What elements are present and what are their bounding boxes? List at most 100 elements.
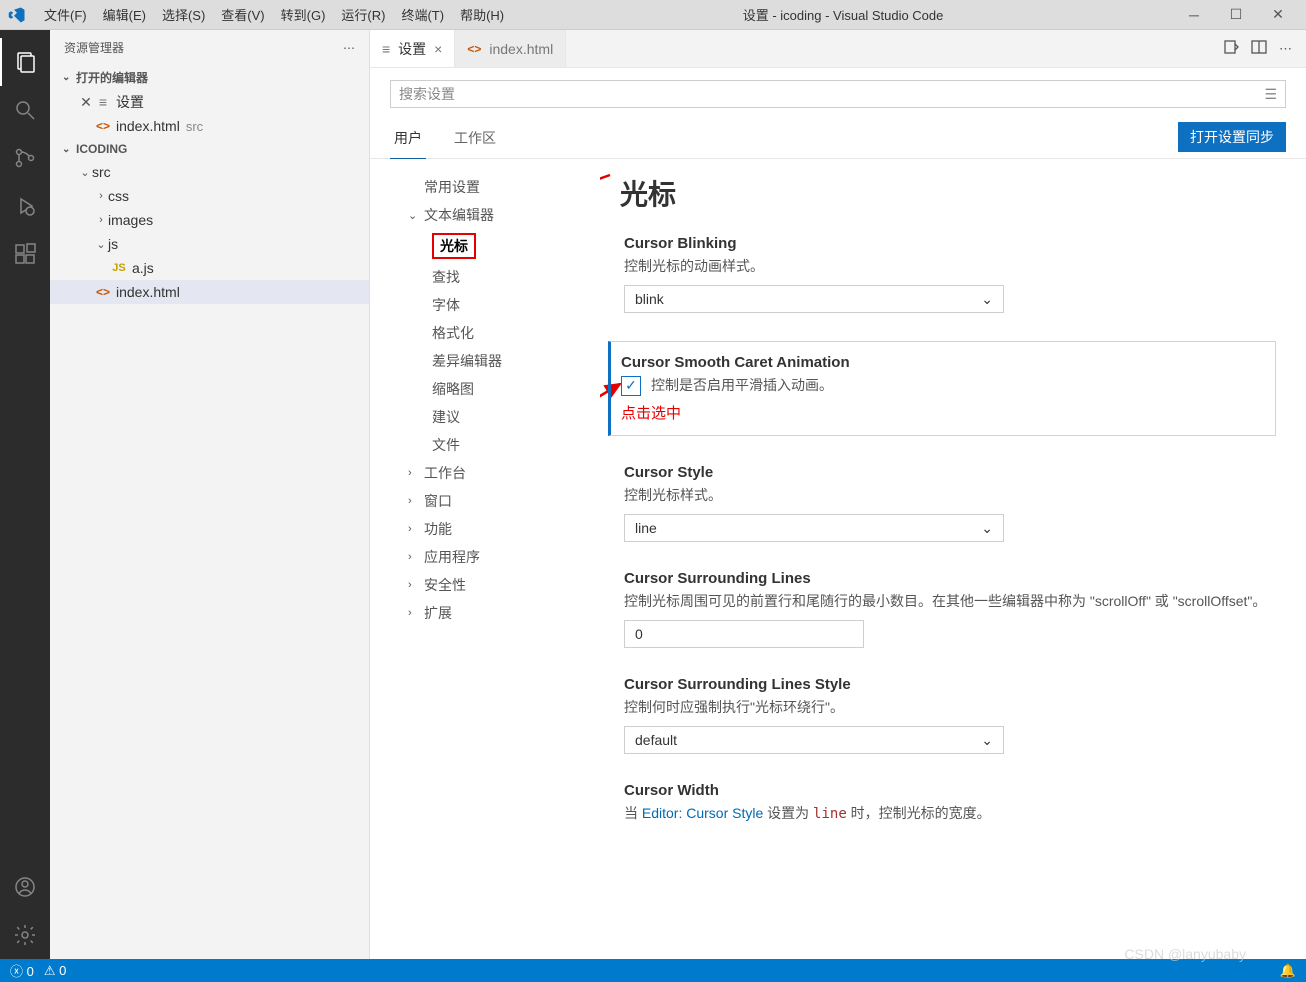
cursor-blinking-select[interactable]: blink ⌄ (624, 285, 1004, 313)
status-errors[interactable]: ⓧ 0 (10, 961, 34, 980)
chevron-down-icon: ⌄ (981, 732, 993, 749)
settings-search-container: 搜索设置 ☰ (370, 68, 1306, 116)
settings-toc: 常用设置 ⌄文本编辑器 光标 查找 字体 格式化 差异编辑器 缩略图 建议 文件… (370, 159, 600, 959)
folder-src[interactable]: ⌄src (50, 160, 369, 184)
filter-icon[interactable]: ☰ (1264, 86, 1277, 103)
toc-minimap[interactable]: 缩略图 (404, 375, 600, 403)
setting-title: Cursor Blinking (624, 235, 1276, 252)
sidebar-more-icon[interactable]: ⋯ (343, 41, 355, 55)
status-notifications-icon[interactable]: 🔔 (1280, 963, 1296, 979)
html-file-icon: <> (94, 119, 112, 133)
setting-cursor-surrounding-lines: Cursor Surrounding Lines 控制光标周围可见的前置行和尾随… (620, 570, 1276, 648)
close-icon[interactable]: × (434, 41, 442, 57)
smooth-caret-checkbox[interactable]: ✓ (621, 376, 641, 396)
settings-gear-icon[interactable] (0, 911, 50, 959)
maximize-button[interactable]: ☐ (1216, 1, 1256, 29)
tab-settings[interactable]: ≡ 设置 × (370, 30, 455, 67)
debug-icon[interactable] (0, 182, 50, 230)
menu-selection[interactable]: 选择(S) (154, 2, 213, 27)
setting-cursor-smooth-caret: ⚙ Cursor Smooth Caret Animation ✓ 控制是否启用… (608, 341, 1276, 436)
chevron-down-icon: ⌄ (981, 520, 993, 537)
toc-workbench[interactable]: ›工作台 (404, 459, 600, 487)
search-icon[interactable] (0, 86, 50, 134)
cursor-surrounding-lines-input[interactable] (624, 620, 864, 648)
toc-files[interactable]: 文件 (404, 431, 600, 459)
menu-go[interactable]: 转到(G) (273, 2, 334, 27)
status-bar: ⓧ 0 ⚠ 0 🔔 (0, 959, 1306, 982)
minimize-button[interactable]: ─ (1174, 1, 1214, 29)
setting-title: Cursor Surrounding Lines (624, 570, 1276, 587)
extensions-icon[interactable] (0, 230, 50, 278)
toc-common[interactable]: 常用设置 (404, 173, 600, 201)
project-section[interactable]: ⌄ICODING (50, 138, 369, 160)
cursor-style-select[interactable]: line ⌄ (624, 514, 1004, 542)
toc-window[interactable]: ›窗口 (404, 487, 600, 515)
settings-scope-tabs: 用户 工作区 打开设置同步 (370, 116, 1306, 159)
close-button[interactable]: ✕ (1258, 1, 1298, 29)
scope-workspace-tab[interactable]: 工作区 (450, 122, 500, 158)
open-settings-sync-button[interactable]: 打开设置同步 (1178, 122, 1286, 152)
toc-extensions[interactable]: ›扩展 (404, 599, 600, 627)
split-editor-icon[interactable] (1251, 39, 1267, 58)
toc-font[interactable]: 字体 (404, 291, 600, 319)
account-icon[interactable] (0, 863, 50, 911)
close-icon[interactable]: ✕ (78, 94, 94, 111)
file-indexhtml[interactable]: <>index.html (50, 280, 369, 304)
html-file-icon: <> (467, 42, 481, 56)
toc-diff-editor[interactable]: 差异编辑器 (404, 347, 600, 375)
folder-js[interactable]: ⌄js (50, 232, 369, 256)
menu-run[interactable]: 运行(R) (333, 2, 393, 27)
toc-text-editor[interactable]: ⌄文本编辑器 (404, 201, 600, 229)
toc-features[interactable]: ›功能 (404, 515, 600, 543)
source-control-icon[interactable] (0, 134, 50, 182)
status-warnings[interactable]: ⚠ 0 (44, 963, 67, 979)
open-settings-json-icon[interactable] (1223, 39, 1239, 58)
toc-find[interactable]: 查找 (404, 263, 600, 291)
annotation-arrow-1 (600, 165, 620, 245)
menu-edit[interactable]: 编辑(E) (95, 2, 154, 27)
menu-view[interactable]: 查看(V) (213, 2, 272, 27)
settings-search-input[interactable]: 搜索设置 ☰ (390, 80, 1286, 108)
menu-file[interactable]: 文件(F) (36, 2, 95, 27)
open-editor-settings[interactable]: ✕ ≡ 设置 (50, 90, 369, 114)
cursor-surrounding-style-select[interactable]: default ⌄ (624, 726, 1004, 754)
more-actions-icon[interactable]: ⋯ (1279, 41, 1292, 57)
setting-title: Cursor Smooth Caret Animation (621, 354, 1265, 371)
setting-cursor-surrounding-lines-style: Cursor Surrounding Lines Style 控制何时应强制执行… (620, 676, 1276, 754)
settings-content: 光标 Cursor Blinking 控制光标的动画样式。 blink ⌄ ⚙ … (600, 159, 1306, 959)
folder-css[interactable]: ›css (50, 184, 369, 208)
explorer-sidebar: 资源管理器 ⋯ ⌄打开的编辑器 ✕ ≡ 设置 <> index.html src… (50, 30, 370, 959)
settings-file-icon: ≡ (94, 94, 112, 110)
scope-user-tab[interactable]: 用户 (390, 122, 426, 159)
chevron-down-icon: ⌄ (981, 291, 993, 308)
setting-cursor-width: Cursor Width 当 Editor: Cursor Style 设置为 … (620, 782, 1276, 825)
toc-cursor[interactable]: 光标 (404, 229, 600, 263)
menu-help[interactable]: 帮助(H) (452, 2, 512, 27)
watermark: CSDN @lanyubaby (1124, 946, 1246, 962)
tab-indexhtml[interactable]: <> index.html (455, 30, 566, 67)
annotation-text: 点击选中 (621, 402, 1265, 423)
setting-description: 控制是否启用平滑插入动画。 (651, 375, 833, 396)
explorer-icon[interactable] (0, 38, 50, 86)
settings-tab-icon: ≡ (382, 41, 390, 57)
setting-description: 当 Editor: Cursor Style 设置为 line 时，控制光标的宽… (624, 803, 1276, 825)
toc-suggestions[interactable]: 建议 (404, 403, 600, 431)
setting-cursor-blinking: Cursor Blinking 控制光标的动画样式。 blink ⌄ (620, 235, 1276, 313)
vscode-logo-icon (8, 6, 26, 24)
setting-title: Cursor Style (624, 464, 1276, 481)
toc-security[interactable]: ›安全性 (404, 571, 600, 599)
settings-body: 常用设置 ⌄文本编辑器 光标 查找 字体 格式化 差异编辑器 缩略图 建议 文件… (370, 159, 1306, 959)
folder-images[interactable]: ›images (50, 208, 369, 232)
open-editors-section[interactable]: ⌄打开的编辑器 (50, 65, 369, 90)
toc-formatting[interactable]: 格式化 (404, 319, 600, 347)
setting-description: 控制光标的动画样式。 (624, 256, 1276, 277)
activity-bar (0, 30, 50, 959)
sidebar-header: 资源管理器 ⋯ (50, 30, 369, 65)
toc-application[interactable]: ›应用程序 (404, 543, 600, 571)
settings-heading: 光标 (620, 173, 1276, 213)
menu-terminal[interactable]: 终端(T) (393, 2, 452, 27)
title-bar: 文件(F) 编辑(E) 选择(S) 查看(V) 转到(G) 运行(R) 终端(T… (0, 0, 1306, 30)
setting-cursor-style: Cursor Style 控制光标样式。 line ⌄ (620, 464, 1276, 542)
open-editor-indexhtml[interactable]: <> index.html src (50, 114, 369, 138)
file-ajs[interactable]: JSa.js (50, 256, 369, 280)
